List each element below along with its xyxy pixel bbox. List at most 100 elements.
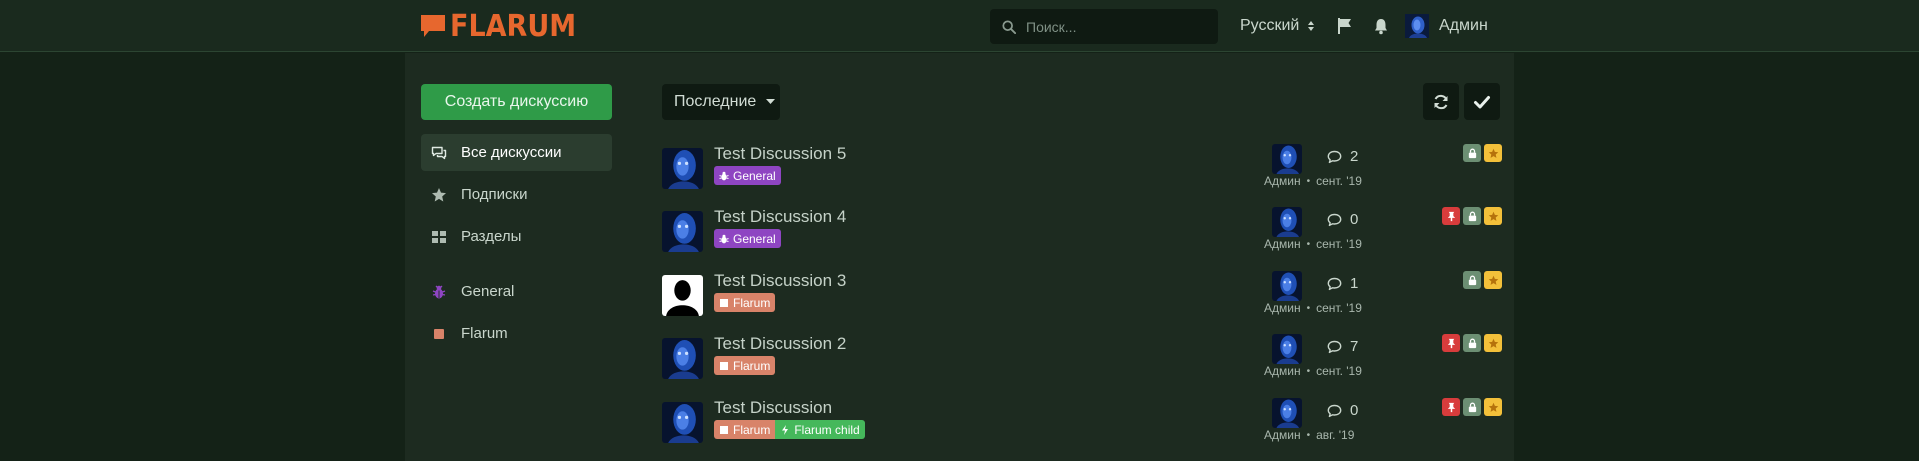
- locked-badge: [1463, 271, 1481, 289]
- last-poster-avatar-image[interactable]: [1272, 398, 1302, 428]
- meta-user[interactable]: Админ: [1264, 428, 1301, 442]
- discussion-title[interactable]: Test Discussion 5: [714, 144, 846, 164]
- comment-icon: [1327, 340, 1342, 353]
- language-dropdown[interactable]: Русский: [1240, 13, 1315, 39]
- reply-count[interactable]: 0: [1327, 402, 1358, 419]
- user-avatar: [1405, 14, 1429, 38]
- start-discussion-button[interactable]: Создать дискуссию: [421, 84, 612, 120]
- comments-icon: [431, 146, 447, 159]
- discussion-title[interactable]: Test Discussion 2: [714, 334, 846, 354]
- flag-icon[interactable]: [1336, 17, 1354, 35]
- discussion-badges: [1382, 271, 1502, 289]
- meta-user[interactable]: Админ: [1264, 174, 1301, 188]
- meta-user[interactable]: Админ: [1264, 301, 1301, 315]
- reply-count-value: 0: [1350, 402, 1359, 419]
- bolt-icon: [782, 424, 789, 435]
- tag-text: General: [733, 231, 776, 246]
- tag-label[interactable]: Flarum: [714, 420, 776, 439]
- discussion-title[interactable]: Test Discussion 4: [714, 207, 846, 227]
- discussion-meta: Админ • сент. '19: [1264, 364, 1362, 378]
- nav-following[interactable]: Подписки: [421, 176, 612, 213]
- discussion-row[interactable]: Test Discussion 2 Flarum 7 Админ • сент. '19: [662, 334, 1502, 394]
- nav-label: Flarum: [461, 325, 508, 342]
- discussion-row[interactable]: Test Discussion 4 General 0 Админ • сент. '19: [662, 207, 1502, 267]
- last-poster-avatar[interactable]: [1272, 144, 1302, 174]
- reply-count[interactable]: 1: [1327, 275, 1358, 292]
- author-avatar-image[interactable]: [662, 148, 703, 189]
- reply-count-value: 0: [1350, 211, 1359, 228]
- discussion-title[interactable]: Test Discussion: [714, 398, 832, 418]
- top-header: FLARUM Русский Админ: [0, 0, 1919, 52]
- nav-label: Разделы: [461, 228, 522, 245]
- tag-label[interactable]: General: [714, 166, 781, 185]
- favorite-badge: [1484, 144, 1502, 162]
- locked-badge: [1463, 207, 1481, 225]
- last-poster-avatar-image[interactable]: [1272, 334, 1302, 364]
- discussion-badges: [1382, 334, 1502, 352]
- author-avatar[interactable]: [662, 211, 703, 252]
- thumbtack-icon: [1447, 338, 1455, 348]
- tag-text: General: [733, 168, 776, 183]
- discussion-tags: General: [714, 229, 781, 248]
- search-box[interactable]: [990, 9, 1218, 44]
- sticky-badge: [1442, 207, 1460, 225]
- last-poster-avatar[interactable]: [1272, 398, 1302, 428]
- user-menu[interactable]: Админ: [1405, 13, 1488, 39]
- nav-tag-general[interactable]: General: [421, 273, 612, 310]
- last-poster-avatar-image[interactable]: [1272, 271, 1302, 301]
- nav-tags[interactable]: Разделы: [421, 218, 612, 255]
- favorite-badge: [1484, 398, 1502, 416]
- lock-icon: [1468, 148, 1476, 158]
- author-avatar-image[interactable]: [662, 275, 703, 316]
- nav-tag-flarum[interactable]: Flarum: [421, 315, 612, 352]
- check-icon: [1474, 95, 1490, 108]
- author-avatar[interactable]: [662, 402, 703, 443]
- search-input[interactable]: [1026, 18, 1206, 35]
- meta-separator: •: [1306, 238, 1311, 250]
- discussion-row[interactable]: Test Discussion 3 Flarum 1 Админ • сент. '19: [662, 271, 1502, 331]
- meta-separator: •: [1306, 302, 1311, 314]
- tag-label[interactable]: Flarum child: [775, 420, 865, 439]
- discussion-badges: [1382, 207, 1502, 225]
- tag-label[interactable]: Flarum: [714, 356, 776, 375]
- nav-label: Все дискуссии: [461, 144, 562, 161]
- author-avatar[interactable]: [662, 338, 703, 379]
- discussion-row[interactable]: Test Discussion Flarum Flarum child 0 Админ •…: [662, 398, 1502, 458]
- meta-user[interactable]: Админ: [1264, 364, 1301, 378]
- bell-icon[interactable]: [1372, 17, 1390, 35]
- star-icon: [1488, 148, 1498, 158]
- reply-count[interactable]: 2: [1327, 148, 1358, 165]
- mark-all-read-button[interactable]: [1464, 83, 1500, 120]
- nav-all-discussions[interactable]: Все дискуссии: [421, 134, 612, 171]
- star-icon: [1488, 275, 1498, 285]
- tag-label[interactable]: Flarum: [714, 293, 776, 312]
- tag-text: Flarum child: [794, 422, 860, 437]
- author-avatar[interactable]: [662, 275, 703, 316]
- reply-count[interactable]: 7: [1327, 338, 1358, 355]
- discussion-meta: Админ • сент. '19: [1264, 301, 1362, 315]
- meta-user[interactable]: Админ: [1264, 237, 1301, 251]
- reply-count[interactable]: 0: [1327, 211, 1358, 228]
- last-poster-avatar[interactable]: [1272, 207, 1302, 237]
- last-poster-avatar-image[interactable]: [1272, 144, 1302, 174]
- discussion-row[interactable]: Test Discussion 5 General 2 Админ • сент. '19: [662, 144, 1502, 204]
- sort-dropdown[interactable]: Последние: [662, 84, 780, 120]
- refresh-button[interactable]: [1423, 83, 1459, 120]
- reply-count-value: 7: [1350, 338, 1359, 355]
- flarum-logo[interactable]: FLARUM: [420, 9, 590, 44]
- discussion-title[interactable]: Test Discussion 3: [714, 271, 846, 291]
- author-avatar-image[interactable]: [662, 338, 703, 379]
- tag-text: Flarum: [733, 422, 771, 437]
- reply-count-value: 1: [1350, 275, 1359, 292]
- author-avatar[interactable]: [662, 148, 703, 189]
- discussion-tags: General: [714, 166, 781, 185]
- author-avatar-image[interactable]: [662, 402, 703, 443]
- tag-label[interactable]: General: [714, 229, 781, 248]
- last-poster-avatar-image[interactable]: [1272, 207, 1302, 237]
- last-poster-avatar[interactable]: [1272, 334, 1302, 364]
- user-name: Админ: [1439, 17, 1488, 34]
- author-avatar-image[interactable]: [662, 211, 703, 252]
- meta-date: сент. '19: [1316, 174, 1362, 188]
- last-poster-avatar[interactable]: [1272, 271, 1302, 301]
- search-icon: [1002, 19, 1016, 34]
